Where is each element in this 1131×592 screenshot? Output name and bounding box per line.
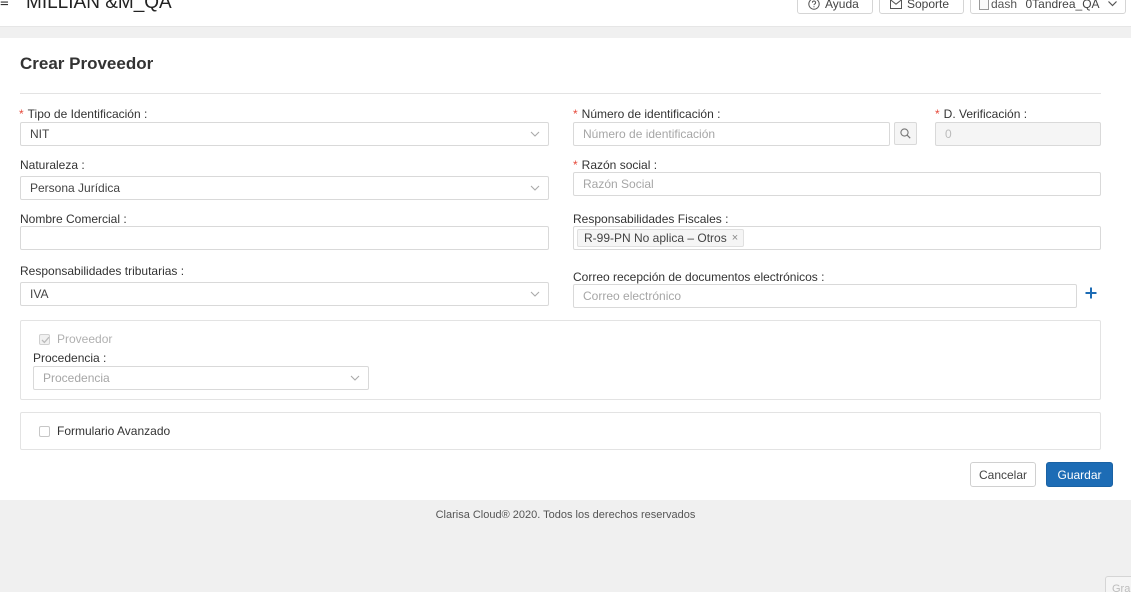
check-icon: [41, 336, 50, 344]
verificacion-label: * D. Verificación :: [935, 107, 1027, 121]
search-button[interactable]: [894, 122, 917, 145]
chevron-down-icon: [1108, 1, 1117, 7]
fiscal-responsibility-tag: R-99-PN No aplica – Otros ×: [577, 229, 745, 247]
verificacion-label-text: D. Verificación :: [943, 107, 1028, 121]
razon-social-label-text: Razón social :: [581, 158, 658, 172]
numero-identificacion-label: * Número de identificación :: [573, 107, 720, 121]
user-name: 0Tandrea_QA: [1025, 0, 1100, 11]
support-button[interactable]: Soporte: [879, 0, 964, 14]
correo-label: Correo recepción de documentos electróni…: [573, 270, 825, 284]
nombre-comercial-input[interactable]: [20, 226, 549, 250]
close-icon[interactable]: ×: [732, 232, 738, 244]
required-mark: *: [935, 107, 940, 121]
avatar-alt-text: dash: [991, 0, 1018, 11]
proveedor-checkbox-label: Proveedor: [57, 332, 113, 346]
razon-social-placeholder: Razón Social: [583, 177, 654, 191]
chevron-down-icon: [530, 185, 540, 191]
responsabilidades-tributarias-label: Responsabilidades tributarias :: [20, 264, 185, 278]
app-title: MILLIAN &M_QA: [26, 0, 172, 13]
question-circle-icon: [808, 0, 820, 10]
footer-copyright: Clarisa Cloud® 2020. Todos los derechos …: [435, 509, 696, 521]
grabar-button[interactable]: Grabar: [1105, 576, 1131, 592]
avatar: dash: [979, 0, 1017, 11]
search-icon: [900, 128, 911, 139]
chevron-down-icon: [530, 291, 540, 297]
required-mark: *: [19, 107, 24, 121]
responsabilidades-tributarias-select[interactable]: IVA: [20, 282, 549, 306]
correo-placeholder: Correo electrónico: [583, 289, 682, 303]
razon-social-label: * Razón social :: [573, 158, 657, 172]
add-icon[interactable]: [1084, 286, 1098, 300]
tipo-identificacion-label-text: Tipo de Identificación :: [27, 107, 148, 121]
chevron-down-icon: [350, 375, 360, 381]
required-mark: *: [573, 158, 578, 172]
save-button[interactable]: Guardar: [1046, 462, 1113, 487]
support-label: Soporte: [907, 0, 950, 11]
top-bar: ≡ MILLIAN &M_QA Ayuda Soporte dash 0Tand…: [0, 0, 1131, 27]
help-label: Ayuda: [825, 0, 859, 11]
numero-identificacion-placeholder: Número de identificación: [583, 127, 716, 141]
required-mark: *: [573, 107, 578, 121]
formulario-avanzado-checkbox[interactable]: [39, 426, 50, 437]
verificacion-input: 0: [935, 122, 1101, 146]
create-supplier-panel: Crear Proveedor * Tipo de Identificación …: [0, 38, 1131, 500]
responsabilidades-fiscales-label: Responsabilidades Fiscales :: [573, 212, 729, 226]
correo-input[interactable]: Correo electrónico: [573, 284, 1077, 308]
verificacion-value: 0: [945, 127, 952, 141]
tipo-identificacion-select[interactable]: NIT: [20, 122, 549, 146]
numero-identificacion-label-text: Número de identificación :: [581, 107, 721, 121]
responsabilidades-tributarias-value: IVA: [30, 287, 49, 301]
formulario-avanzado-label: Formulario Avanzado: [57, 424, 171, 438]
razon-social-input[interactable]: Razón Social: [573, 172, 1101, 196]
procedencia-placeholder: Procedencia: [43, 371, 110, 385]
broken-image-icon: [979, 0, 989, 10]
mail-icon: [890, 0, 902, 9]
nombre-comercial-label: Nombre Comercial :: [20, 212, 127, 226]
tipo-identificacion-value: NIT: [30, 127, 50, 141]
numero-identificacion-input[interactable]: Número de identificación: [573, 122, 890, 146]
advanced-form-section: [20, 412, 1101, 450]
procedencia-select[interactable]: Procedencia: [33, 366, 369, 390]
proveedor-checkbox: [39, 334, 50, 345]
menu-icon[interactable]: ≡: [0, 0, 9, 12]
naturaleza-select[interactable]: Persona Jurídica: [20, 176, 549, 200]
naturaleza-value: Persona Jurídica: [30, 181, 121, 195]
help-button[interactable]: Ayuda: [797, 0, 873, 14]
naturaleza-label: Naturaleza :: [20, 158, 85, 172]
tipo-identificacion-label: * Tipo de Identificación :: [19, 107, 147, 121]
tag-label: R-99-PN No aplica – Otros: [584, 231, 727, 245]
procedencia-label: Procedencia :: [33, 351, 107, 365]
chevron-down-icon: [530, 131, 540, 137]
page-title: Crear Proveedor: [20, 54, 154, 73]
cancel-button[interactable]: Cancelar: [970, 462, 1036, 487]
divider: [20, 93, 1101, 94]
user-menu-button[interactable]: dash 0Tandrea_QA: [970, 0, 1126, 14]
